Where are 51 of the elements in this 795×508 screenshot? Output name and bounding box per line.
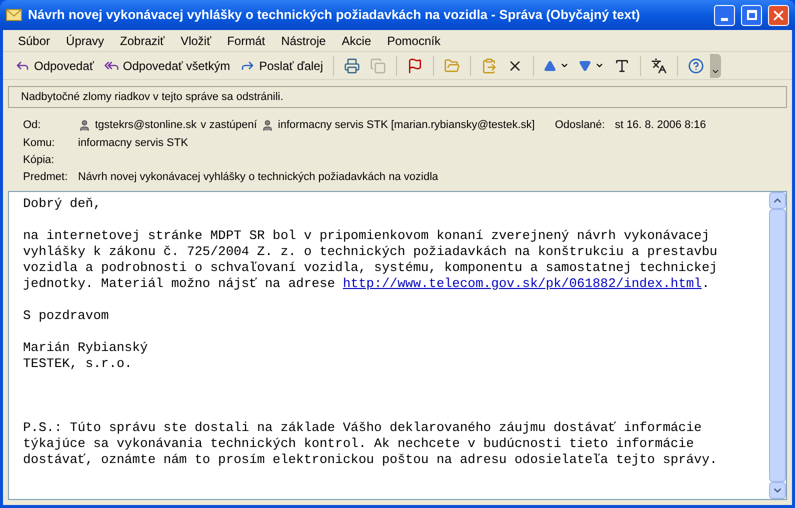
menu-item[interactable]: Pomocník (380, 30, 448, 50)
menu-item[interactable]: Akcie (334, 30, 378, 50)
field-label: Kópia: (23, 153, 56, 168)
maximize-button[interactable] (741, 4, 762, 26)
field-value: informacny servis STK (78, 136, 188, 152)
encoding-icon (651, 58, 668, 74)
sent-date: st 16. 8. 2006 8:16 (614, 118, 706, 133)
field-label: Od: (23, 118, 42, 133)
message-paragraph: Dobrý deň, (23, 196, 102, 212)
contact-name[interactable]: informacny servis STK [marian.rybiansky@testek.sk] (278, 117, 535, 134)
menu-item[interactable]: Formát (220, 30, 272, 50)
caret-icon (595, 61, 604, 70)
down-arrow-icon (579, 60, 592, 72)
folder-icon (444, 58, 460, 74)
message-paragraph: na internetovej stránke MDPT SR bol v pripomienkovom konaní zverejnený návrh vykonávacej vyhlášky k zákonu č. 725/2004 Z. z. o technických požiadavkách na konštrukciu a prestavbu vozidla a podrobnosti o schvaľovaní vozidla, systému, komponentu a samostatnej technickej jednotky. Materiál možno nájsť na adrese http://www.telecom.gov.sk/pk/061882/index.html. (23, 228, 718, 292)
menu-item[interactable]: Zobraziť (113, 30, 172, 50)
close-button[interactable] (768, 4, 789, 26)
up-arrow-icon (544, 60, 556, 72)
maximize-icon (746, 10, 756, 20)
flag-icon (407, 58, 424, 74)
field-label: Komu: (23, 136, 56, 152)
field-value: v zastúpení (200, 118, 257, 133)
info-bar: Nadbytočné zlomy riadkov v tejto správe sa odstránili. (8, 86, 787, 108)
printer-icon (344, 58, 360, 74)
link[interactable]: http://www.telecom.gov.sk/pk/061882/index.html (342, 276, 702, 290)
menu-item[interactable]: Úpravy (59, 30, 112, 50)
font-size-icon (614, 58, 630, 74)
person-icon (78, 118, 91, 132)
message-paragraph: P.S.: Túto správu ste dostali na základe Vášho deklarovaného záujmu dostávať informácie týkajúce sa vykonávania technických kontrol. Ak nechcete v budúcnosti tieto informácie dostávať, oznámte nám to prosím elektronickou poštou na adresu odosielateľa tejto správy. (23, 420, 718, 468)
toolbar-button[interactable]: Odpovedať (11, 54, 98, 76)
message-paragraph: S pozdravom (23, 308, 110, 324)
minimize-icon (721, 18, 728, 20)
minimize-button[interactable] (714, 4, 735, 26)
field-label: Odoslané: (554, 118, 606, 133)
field-value: Návrh novej vykonávacej vyhlášky o technických požiadavkách na vozidla (78, 170, 438, 186)
menu-item[interactable]: Vložiť (174, 30, 218, 50)
person-icon (260, 118, 274, 132)
field-label: Predmet: (23, 170, 69, 186)
message-paragraph: Marián Rybianský TESTEK, s.r.o. (23, 340, 149, 372)
toolbar-button[interactable]: Poslať ďalej (236, 54, 328, 76)
toolbar-button[interactable]: Odpovedať všetkým (100, 54, 234, 76)
menu-item[interactable]: Súbor (11, 30, 58, 50)
toolbar-overflow-button[interactable] (710, 54, 722, 78)
clipboard-icon (481, 58, 498, 74)
contact-name[interactable]: tgstekrs@stonline.sk (95, 117, 197, 134)
window-title: Návrh novej vykonávacej vyhlášky o technických požiadavkách na vozidla - Správa (Obyčajný text) (28, 6, 641, 24)
menu-item[interactable]: Nástroje (274, 30, 333, 50)
help-icon (688, 58, 704, 74)
envelope-icon (6, 9, 22, 21)
copy-icon (370, 58, 386, 74)
caret-icon (560, 61, 570, 70)
